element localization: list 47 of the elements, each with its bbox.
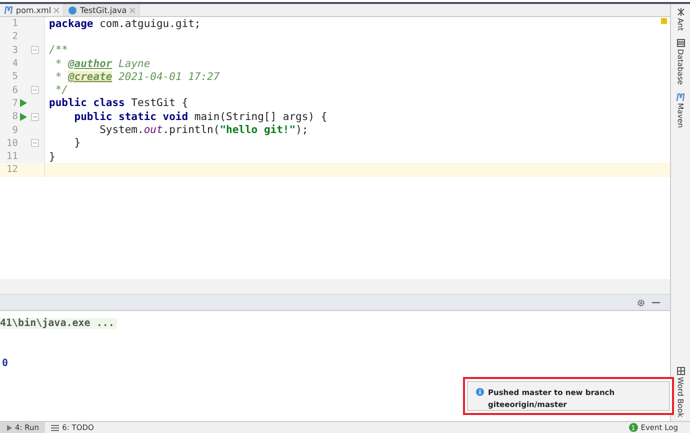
ant-icon: [676, 8, 684, 16]
line-number: 1: [11, 18, 18, 30]
code-line: }: [49, 150, 56, 163]
minimize-icon[interactable]: [652, 302, 660, 304]
line-number: 12: [6, 164, 18, 176]
code-line: public static void main(String[] args) {: [73, 110, 328, 123]
line-number: 6: [11, 84, 18, 96]
maven-m-icon: [4, 6, 13, 14]
java-class-icon: [68, 6, 78, 14]
play-icon: [6, 424, 12, 430]
warning-marker: [661, 18, 667, 24]
list-icon: [51, 424, 60, 430]
code-line: package com.atguigu.git;: [49, 18, 201, 30]
tab-label: pom.xml: [16, 6, 52, 14]
console-text: 41\bin\java.exe ...: [0, 318, 118, 328]
gear-icon[interactable]: [637, 298, 645, 306]
code-line: System.out.println("hello git!");: [98, 124, 308, 136]
run-icon[interactable]: [20, 99, 27, 108]
close-icon[interactable]: [54, 8, 60, 12]
fold-icon[interactable]: [30, 46, 38, 54]
fold-icon[interactable]: [30, 112, 38, 121]
console-text: 0: [1, 358, 8, 368]
line-number: 4: [11, 58, 18, 70]
line-number: 10: [6, 138, 18, 149]
line-number: 11: [6, 151, 18, 162]
database-icon: [676, 38, 684, 47]
info-icon: [476, 388, 484, 396]
file-tab[interactable]: TestGit.java: [64, 4, 140, 16]
fold-icon[interactable]: [30, 139, 38, 148]
fold-icon[interactable]: [30, 86, 38, 94]
code-line: * @author Layne: [54, 58, 150, 70]
book-icon: [676, 366, 684, 375]
maven-m-icon: [676, 92, 685, 101]
line-number: 3: [11, 44, 18, 56]
code-line: /**: [49, 44, 68, 56]
line-number: 2: [11, 31, 18, 42]
close-icon[interactable]: [130, 8, 135, 12]
line-number: 9: [11, 124, 18, 136]
line-number: 7: [11, 98, 18, 109]
run-icon[interactable]: [20, 112, 27, 121]
tab-label: TestGit.java: [80, 6, 127, 14]
line-number: 5: [11, 71, 18, 82]
code-line: }: [73, 137, 81, 150]
code-line: * @create 2021-04-01 17:27: [54, 70, 220, 83]
line-number: 8: [11, 111, 18, 122]
code-line: */: [54, 84, 68, 96]
code-line: public class TestGit {: [49, 97, 188, 110]
